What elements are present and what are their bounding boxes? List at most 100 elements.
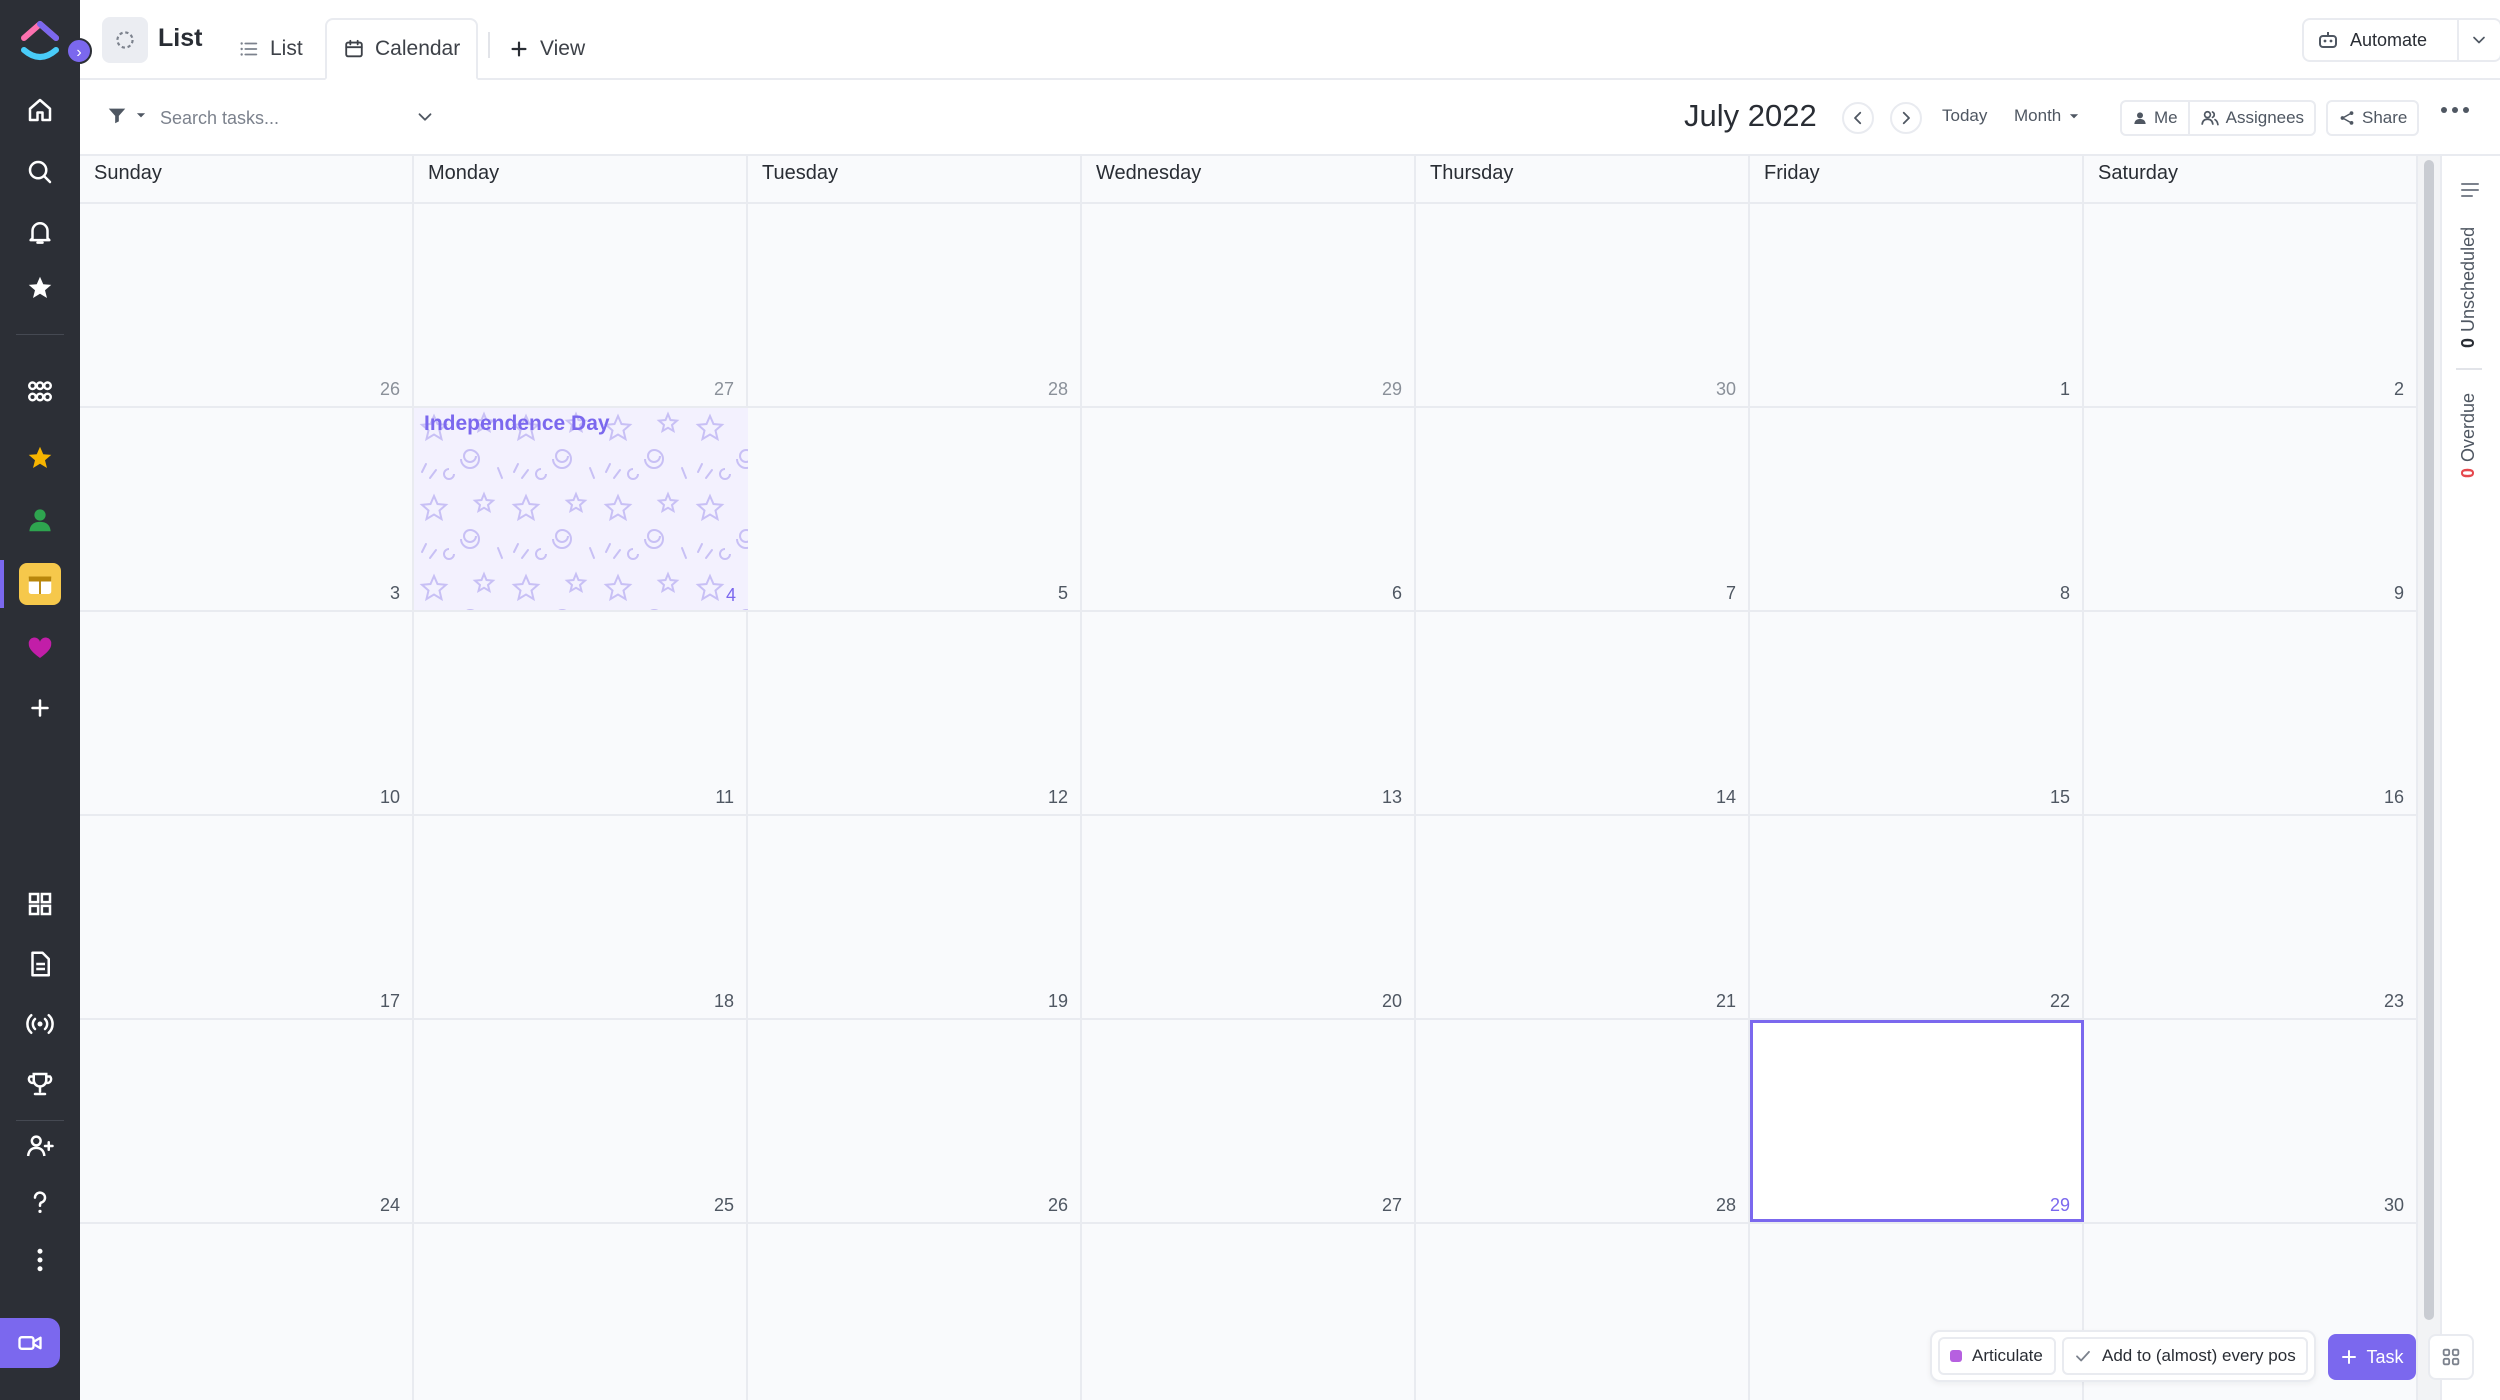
day-cell[interactable]: 8	[1750, 408, 2084, 610]
day-cell[interactable]	[748, 1224, 1082, 1400]
day-cell[interactable]: 2	[2084, 204, 2418, 406]
next-month-button[interactable]	[1890, 102, 1922, 134]
day-cell[interactable]: 15	[1750, 612, 2084, 814]
today-day-cell[interactable]: 29	[1750, 1020, 2084, 1222]
day-cell[interactable]: 25	[414, 1020, 748, 1222]
new-task-button[interactable]: Task	[2328, 1334, 2416, 1380]
day-cell[interactable]: 13	[1082, 612, 1416, 814]
home-icon[interactable]	[0, 86, 80, 134]
video-record-button[interactable]	[0, 1318, 60, 1368]
add-space-icon[interactable]	[0, 684, 80, 732]
day-cell[interactable]: 11	[414, 612, 748, 814]
day-cell[interactable]: 22	[1750, 816, 2084, 1018]
day-cell[interactable]: 17	[80, 816, 414, 1018]
day-cell[interactable]	[1416, 1224, 1750, 1400]
automate-button[interactable]: Automate	[2302, 18, 2500, 62]
tab-list[interactable]: List	[222, 18, 319, 80]
tray-task-label: Articulate	[1972, 1346, 2043, 1365]
list-status-icon[interactable]	[102, 17, 148, 63]
me-filter-button[interactable]: Me	[2122, 102, 2188, 134]
overdue-toggle[interactable]: 0 Overdue	[2458, 393, 2479, 478]
clickup-logo[interactable]	[16, 16, 64, 64]
scrollbar-thumb[interactable]	[2424, 160, 2434, 1320]
day-cell[interactable]: 12	[748, 612, 1082, 814]
day-number: 28	[1715, 1195, 1736, 1215]
previous-month-button[interactable]	[1842, 102, 1874, 134]
calendar-scrollbar[interactable]	[2418, 156, 2440, 1400]
day-cell[interactable]: 21	[1416, 816, 1750, 1018]
overdue-count: 0	[2458, 467, 2478, 478]
day-cell[interactable]: 6	[1082, 408, 1416, 610]
day-number: 26	[379, 379, 400, 399]
pulse-broadcast-icon[interactable]	[0, 1000, 80, 1048]
plus-icon	[2342, 1350, 2357, 1364]
day-cell[interactable]: 24	[80, 1020, 414, 1222]
day-cell[interactable]: 16	[2084, 612, 2418, 814]
search-options-chevron-icon[interactable]	[414, 106, 436, 133]
favorites-star-icon[interactable]	[0, 434, 80, 482]
person-icon[interactable]	[0, 496, 80, 544]
day-cell[interactable]: 5	[748, 408, 1082, 610]
apps-grid-icon[interactable]	[2428, 1334, 2474, 1380]
day-cell[interactable]: 28	[748, 204, 1082, 406]
day-cell[interactable]: 27	[1082, 1020, 1416, 1222]
day-cell[interactable]: 3	[80, 408, 414, 610]
unscheduled-toggle[interactable]: 0 Unscheduled	[2458, 227, 2479, 348]
day-cell[interactable]: 27	[414, 204, 748, 406]
dashboards-icon[interactable]	[0, 880, 80, 928]
more-vertical-icon[interactable]	[0, 1236, 80, 1284]
search-icon[interactable]	[0, 148, 80, 196]
space-tile-icon[interactable]	[0, 560, 80, 608]
more-options-icon[interactable]	[2440, 104, 2470, 116]
invite-user-icon[interactable]	[0, 1122, 80, 1170]
holiday-day-cell[interactable]: Independence Day 4	[414, 408, 748, 612]
expand-sidebar-button[interactable]: ›	[66, 38, 92, 64]
day-cell[interactable]: 26	[80, 204, 414, 406]
day-cell[interactable]: 29	[1082, 204, 1416, 406]
day-cell[interactable]	[1082, 1224, 1416, 1400]
today-button[interactable]: Today	[1942, 106, 1987, 126]
day-cell[interactable]: 28	[1416, 1020, 1750, 1222]
tray-task-chip[interactable]: Articulate	[1938, 1337, 2056, 1375]
trophy-icon[interactable]	[0, 1060, 80, 1108]
day-cell[interactable]: 23	[2084, 816, 2418, 1018]
share-button[interactable]: Share	[2326, 100, 2420, 136]
day-number: 15	[2049, 787, 2070, 807]
day-cell[interactable]: 18	[414, 816, 748, 1018]
day-cell[interactable]	[80, 1224, 414, 1400]
add-view-button[interactable]: View	[492, 18, 601, 80]
tab-calendar[interactable]: Calendar	[325, 18, 479, 80]
day-cell[interactable]: 7	[1416, 408, 1750, 610]
bell-icon[interactable]	[0, 208, 80, 256]
day-cell[interactable]: 10	[80, 612, 414, 814]
day-cell[interactable]: 30	[2084, 1020, 2418, 1222]
range-select[interactable]: Month	[2014, 106, 2081, 126]
day-cell[interactable]: 1	[1750, 204, 2084, 406]
day-cell[interactable]: 14	[1416, 612, 1750, 814]
help-icon[interactable]	[0, 1178, 80, 1226]
tab-list-label: List	[270, 37, 303, 60]
rail-divider	[16, 334, 64, 335]
assignees-filter-button[interactable]: Assignees	[2187, 102, 2314, 134]
panel-menu-icon[interactable]	[2458, 178, 2482, 207]
weekday-label: Thursday	[1416, 156, 1750, 202]
star-icon[interactable]	[0, 264, 80, 312]
day-number: 29	[2049, 1195, 2070, 1215]
day-cell[interactable]: 19	[748, 816, 1082, 1018]
day-number: 19	[1047, 991, 1068, 1011]
filter-icon	[108, 108, 126, 124]
day-cell[interactable]: 20	[1082, 816, 1416, 1018]
spaces-icon[interactable]	[0, 368, 80, 416]
day-cell[interactable]	[414, 1224, 748, 1400]
heart-icon[interactable]	[0, 624, 80, 672]
automate-dropdown-chevron-icon[interactable]	[2456, 20, 2500, 60]
people-icon	[2200, 110, 2219, 126]
docs-icon[interactable]	[0, 940, 80, 988]
filter-button[interactable]	[106, 104, 148, 126]
day-cell[interactable]: 26	[748, 1020, 1082, 1222]
tray-task-chip[interactable]: Add to (almost) every pos	[2062, 1337, 2308, 1375]
app-sidebar: ›	[0, 0, 92, 1400]
day-cell[interactable]: 9	[2084, 408, 2418, 610]
day-cell[interactable]: 30	[1416, 204, 1750, 406]
search-input[interactable]	[160, 100, 420, 136]
